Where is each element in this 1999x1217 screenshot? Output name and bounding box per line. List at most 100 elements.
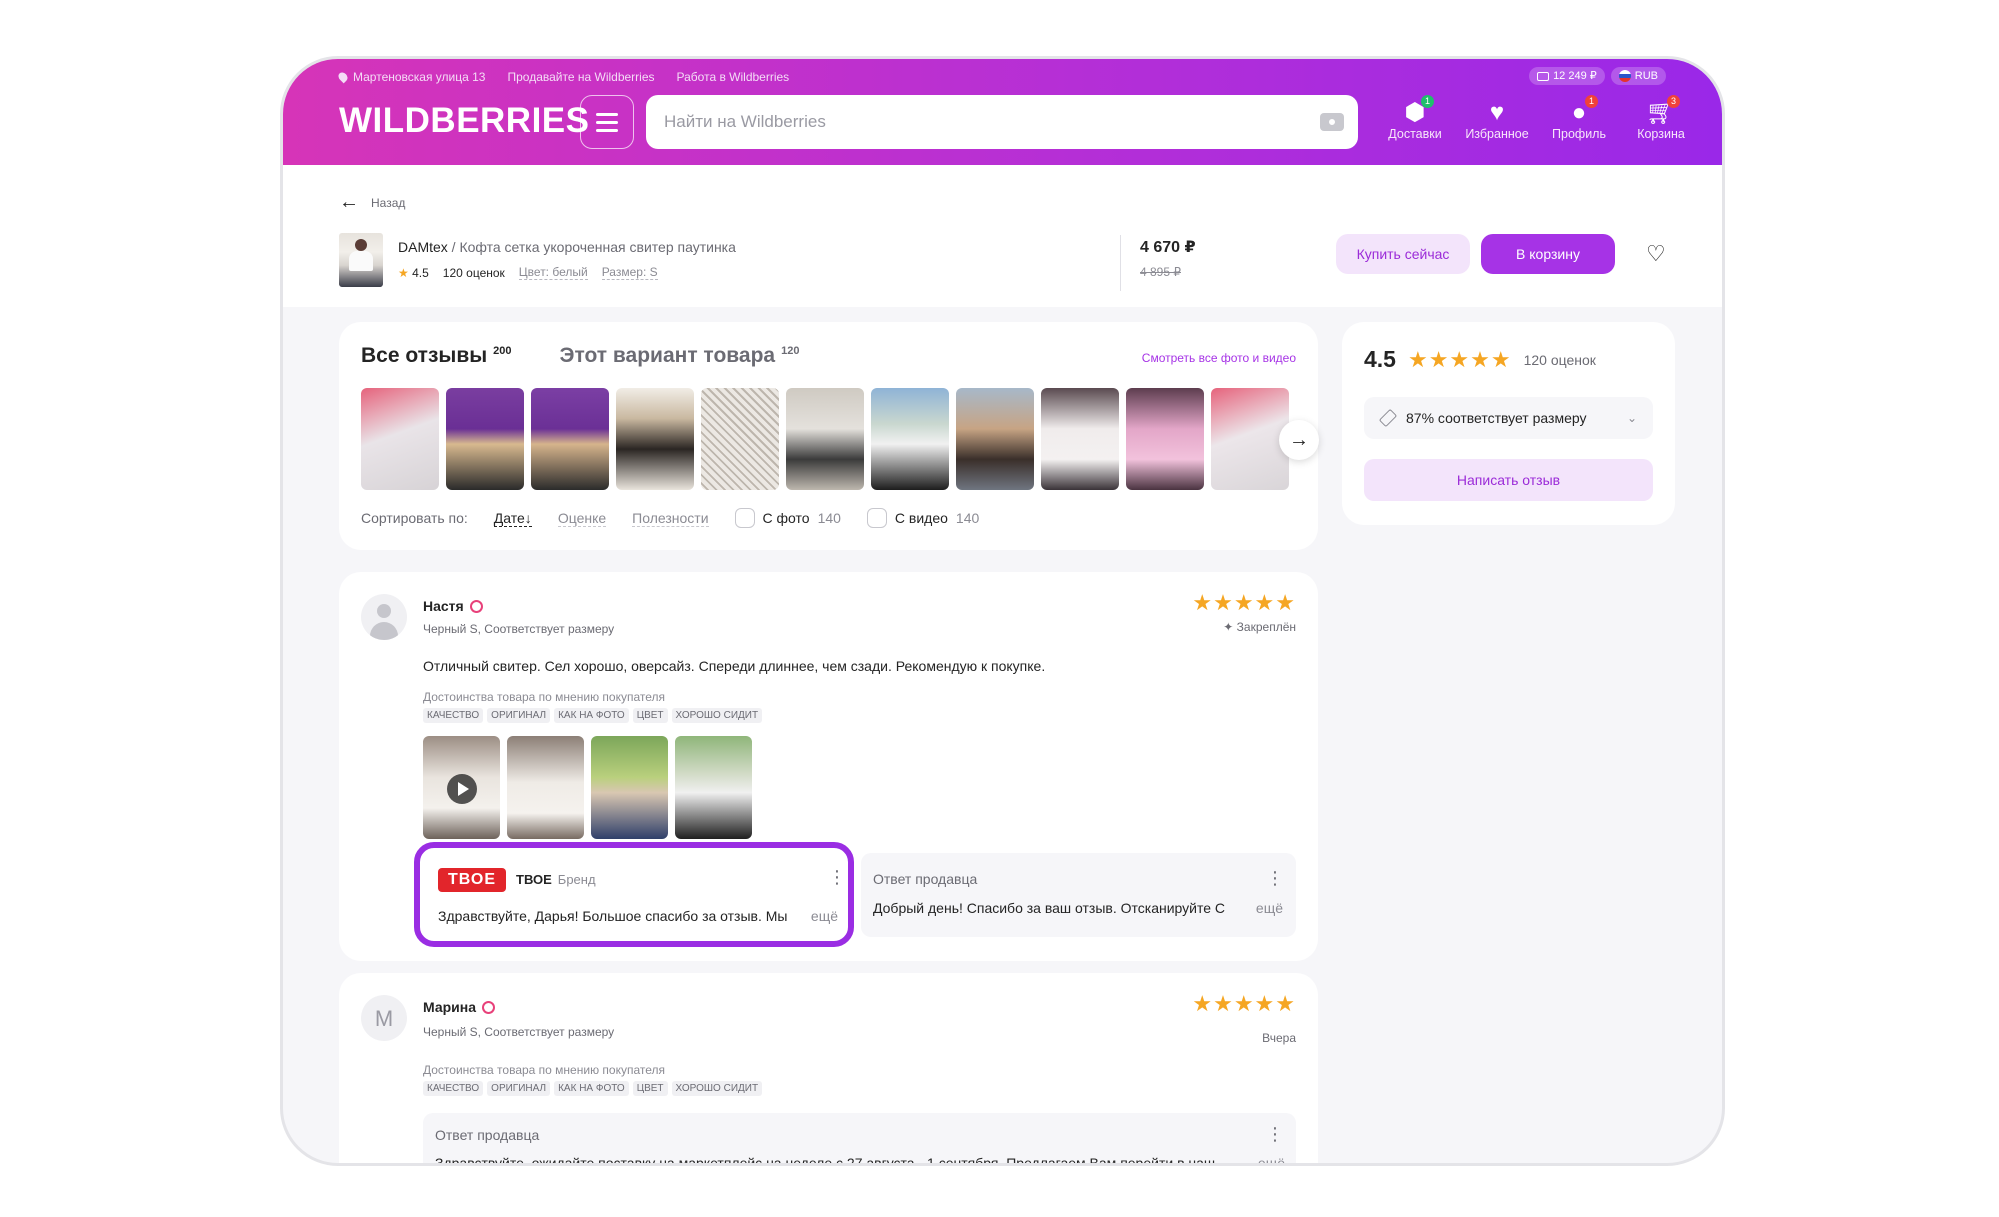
sell-link[interactable]: Продавайте на Wildberries (507, 70, 654, 84)
review-date: Вчера (1262, 1031, 1296, 1045)
product-size[interactable]: Размер: S (601, 265, 658, 280)
reviewer-meta: Черный S, Соответствует размеру (423, 1025, 615, 1039)
gallery-photo[interactable] (1126, 388, 1204, 490)
kebab-menu-icon[interactable]: ⋮ (1266, 1125, 1284, 1143)
tag: ЦВЕТ (632, 708, 668, 723)
favorite-heart-icon[interactable]: ♡ (1646, 241, 1666, 267)
gallery-photo[interactable] (1041, 388, 1119, 490)
pinned-label: ✦ Закреплён (1223, 620, 1296, 634)
arrow-left-icon: ← (339, 191, 359, 213)
gallery-photo[interactable] (361, 388, 439, 490)
product-strip: ← Назад DAMtex / Кофта сетка укороченная… (283, 165, 1722, 307)
review-stars: ★★★★★ (1192, 991, 1296, 1016)
play-icon[interactable] (447, 774, 477, 804)
search-input[interactable] (646, 95, 1286, 149)
header-actions: ⬢ 1 Доставки ♥ Избранное ● 1 Профиль 🛒︎ … (1374, 95, 1702, 142)
sort-by-rating[interactable]: Оценке (557, 510, 607, 527)
menu-icon (596, 112, 618, 116)
wallet-icon (1537, 71, 1550, 81)
avatar: М (361, 995, 407, 1041)
review-stars: ★★★★★ (1192, 590, 1296, 615)
rating-score: 4.5 ★★★★★ 120 оценок (1364, 346, 1596, 372)
deliveries-button[interactable]: ⬢ 1 Доставки (1374, 95, 1456, 141)
seller-reply-title: Ответ продавца (873, 871, 978, 887)
product-meta: ★ 4.5 120 оценок Цвет: белый Размер: S (398, 265, 658, 280)
gallery-photo[interactable] (616, 388, 694, 490)
brand-reply-author: ТВОЕ Бренд (516, 872, 596, 887)
brand-reply-highlight[interactable]: ТВОЕ ТВОЕ Бренд ⋮ Здравствуйте, Дарья! Бо… (414, 842, 854, 947)
tag: ХОРОШО СИДИТ (671, 1081, 763, 1096)
size-fit-dropdown[interactable]: 87% соответствует размеру ⌄ (1364, 397, 1653, 439)
product-title[interactable]: DAMtex / Кофта сетка укороченная свитер … (398, 239, 736, 255)
cart-button[interactable]: 🛒︎ 3 Корзина (1620, 95, 1702, 141)
sort-by-usefulness[interactable]: Полезности (632, 510, 709, 527)
sort-by-date[interactable]: Дате↓ (493, 510, 532, 527)
tag: ХОРОШО СИДИТ (671, 708, 763, 723)
profile-badge: 1 (1585, 95, 1598, 108)
review-photo[interactable] (591, 736, 668, 839)
currency-pill[interactable]: RUB (1610, 67, 1666, 85)
site-header: Мартеновская улица 13 Продавайте на Wild… (283, 59, 1722, 165)
medal-icon (482, 1000, 496, 1014)
gallery-photo[interactable] (871, 388, 949, 490)
jobs-link[interactable]: Работа в Wildberries (677, 70, 790, 84)
profile-button[interactable]: ● 1 Профиль (1538, 95, 1620, 141)
menu-button[interactable] (580, 95, 634, 149)
chevron-down-icon: ⌄ (1626, 411, 1637, 425)
brand-reply-more-link[interactable]: ещё (790, 908, 838, 924)
address-link[interactable]: Мартеновская улица 13 (336, 70, 485, 84)
tag: ОРИГИНАЛ (487, 1081, 551, 1096)
product-thumbnail[interactable] (339, 233, 383, 287)
product-old-price: 4 895 ₽ (1140, 265, 1181, 279)
deliveries-badge: 1 (1421, 95, 1434, 108)
buy-now-button[interactable]: Купить сейчас (1336, 234, 1470, 274)
product-color[interactable]: Цвет: белый (518, 265, 588, 280)
with-video-checkbox[interactable] (866, 508, 887, 528)
add-to-cart-button[interactable]: В корзину (1481, 234, 1615, 274)
account-pills: 12 249 ₽ RUB (1529, 67, 1666, 85)
gallery-photo[interactable] (531, 388, 609, 490)
see-all-media-link[interactable]: Смотреть все фото и видео (1142, 351, 1296, 365)
seller-reply-more-link[interactable]: ещё (1235, 900, 1283, 916)
with-video-filter[interactable]: С видео 140 (866, 508, 979, 528)
advantages-tags: КАЧЕСТВО ОРИГИНАЛ КАК НА ФОТО ЦВЕТ ХОРОШ… (423, 1081, 763, 1096)
seller-reply-more-link[interactable]: ещё (1237, 1155, 1285, 1163)
divider (1120, 235, 1121, 291)
ruler-icon (1378, 408, 1398, 428)
favorites-button[interactable]: ♥ Избранное (1456, 99, 1538, 142)
balance-pill[interactable]: 12 249 ₽ (1529, 67, 1605, 85)
with-photo-checkbox[interactable] (734, 508, 755, 528)
advantages-title: Достоинства товара по мнению покупателя (423, 1063, 665, 1077)
write-review-button[interactable]: Написать отзыв (1364, 459, 1653, 501)
gallery-photo[interactable] (701, 388, 779, 490)
gallery-photo[interactable] (446, 388, 524, 490)
gallery-photo[interactable] (786, 388, 864, 490)
back-button[interactable]: ← Назад (339, 191, 405, 214)
tab-this-variant[interactable]: Этот вариант товара 120 (560, 344, 800, 368)
with-photo-filter[interactable]: С фото 140 (734, 508, 841, 528)
logo[interactable]: WILDBERRIES (339, 101, 590, 141)
review-photo[interactable] (675, 736, 752, 839)
tab-all-reviews[interactable]: Все отзывы 200 (361, 344, 512, 368)
review-card: Настя Черный S, Соответствует размеру ★★… (339, 572, 1318, 961)
top-links: Мартеновская улица 13 Продавайте на Wild… (336, 70, 790, 84)
tag: КАК НА ФОТО (554, 1081, 629, 1096)
seller-reply: Ответ продавца ⋮ Здравствуйте, ожидайте … (423, 1113, 1296, 1163)
gallery-photo[interactable] (956, 388, 1034, 490)
review-video[interactable] (423, 736, 500, 839)
camera-icon[interactable] (1320, 113, 1344, 131)
heart-icon: ♥ (1489, 99, 1505, 126)
gallery-photo[interactable] (1211, 388, 1289, 490)
cart-badge: 3 (1667, 95, 1680, 108)
tag: КАЧЕСТВО (423, 1081, 484, 1096)
review-photo[interactable] (507, 736, 584, 839)
rating-stars: ★★★★★ (1407, 346, 1512, 372)
sort-label: Сортировать по: (361, 510, 468, 526)
rating-summary-card: 4.5 ★★★★★ 120 оценок 87% соответствует р… (1342, 322, 1675, 525)
kebab-menu-icon[interactable]: ⋮ (1266, 869, 1284, 887)
tag: ЦВЕТ (632, 1081, 668, 1096)
gallery-next-arrow-icon[interactable]: → (1279, 420, 1319, 460)
review-text: Отличный свитер. Сел хорошо, оверсайз. С… (423, 658, 1046, 674)
reviews-header-card: Все отзывы 200 Этот вариант товара 120 Смо… (339, 322, 1319, 550)
kebab-menu-icon[interactable]: ⋮ (828, 868, 846, 886)
